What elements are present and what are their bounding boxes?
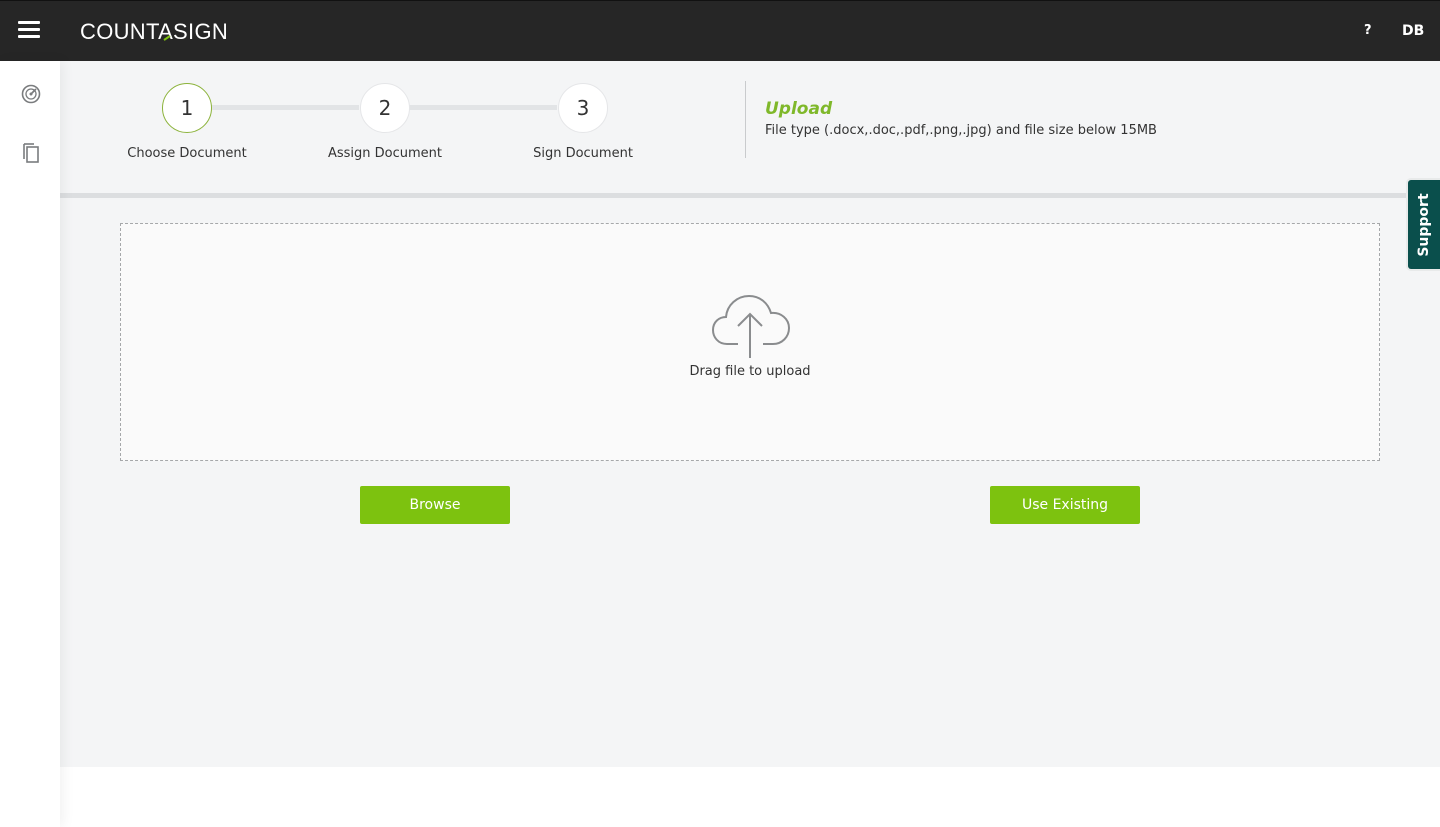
step-3-circle[interactable]: 3 bbox=[558, 83, 608, 133]
upload-description: File type (.docx,.doc,.pdf,.png,.jpg) an… bbox=[765, 123, 1157, 138]
logo-mark: COUNTASIGN bbox=[80, 19, 228, 44]
header-separator bbox=[60, 193, 1440, 198]
logo-text: COUNTASIGN bbox=[80, 19, 228, 44]
browse-button[interactable]: Browse bbox=[360, 486, 510, 524]
cloud-upload-icon bbox=[711, 292, 791, 364]
dashboard-gauge-icon[interactable] bbox=[20, 83, 42, 105]
support-tab[interactable]: Support bbox=[1406, 178, 1440, 271]
step-connector bbox=[211, 105, 359, 110]
step-progress: 1 2 3 Choose Document Assign Document Si… bbox=[60, 61, 1440, 193]
use-existing-button[interactable]: Use Existing bbox=[990, 486, 1140, 524]
documents-copy-icon[interactable] bbox=[20, 140, 42, 163]
header-divider bbox=[745, 81, 746, 158]
step-2-circle[interactable]: 2 bbox=[360, 83, 410, 133]
help-button[interactable]: ? bbox=[1364, 23, 1372, 38]
step-2-label: Assign Document bbox=[327, 146, 443, 161]
hamburger-menu-icon[interactable] bbox=[18, 21, 40, 41]
top-bar: COUNTASIGN ? DB bbox=[0, 0, 1440, 61]
step-connector bbox=[409, 105, 557, 110]
user-avatar-initials[interactable]: DB bbox=[1402, 23, 1424, 39]
file-drop-zone[interactable]: Drag file to upload bbox=[120, 223, 1380, 461]
upload-title: Upload bbox=[765, 99, 833, 119]
main-content: 1 2 3 Choose Document Assign Document Si… bbox=[60, 61, 1440, 767]
step-3-label: Sign Document bbox=[533, 146, 633, 161]
drop-zone-text: Drag file to upload bbox=[689, 364, 811, 379]
step-1-label: Choose Document bbox=[127, 146, 247, 161]
support-tab-label: Support bbox=[1416, 192, 1432, 257]
sidebar bbox=[0, 61, 60, 827]
step-1-circle[interactable]: 1 bbox=[162, 83, 212, 133]
